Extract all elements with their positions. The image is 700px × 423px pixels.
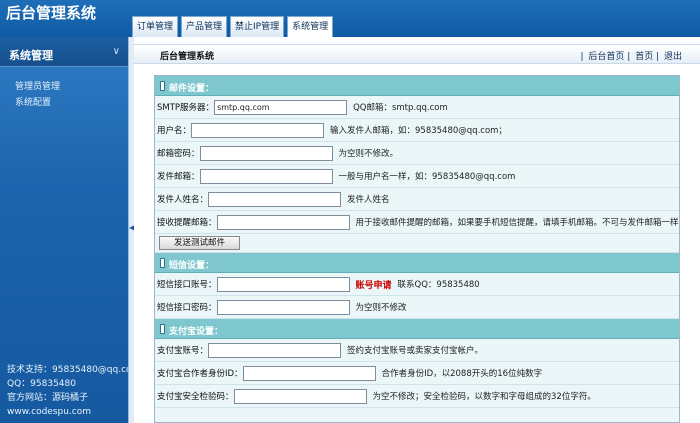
send-test-email-button[interactable]: 发送测试邮件 [159, 236, 241, 250]
section-title: 支付宝设置： [169, 327, 224, 337]
section-title: 邮件设置： [169, 84, 215, 94]
mail-pwd-input[interactable] [199, 145, 333, 161]
apply-account-link[interactable]: 账号申请 [356, 278, 392, 291]
alipay-key-hint: 为空不修改；安全检验码，以数字和字母组成的32位字符。 [372, 392, 596, 402]
alipay-account-row: 支付宝账号： 签约支付宝账号或卖家支付宝帐户。 [155, 339, 679, 362]
sms-pwd-input[interactable] [216, 299, 350, 315]
sender-input[interactable] [199, 168, 333, 184]
support-email: 技术支持：95835480@qq.com [7, 365, 141, 375]
sidebar-item-config[interactable]: 系统配置 [15, 95, 128, 111]
alipay-partner-input[interactable] [242, 365, 376, 381]
section-title: 短信设置： [169, 261, 215, 271]
chevron-down-icon[interactable]: ∨ [113, 46, 120, 57]
sidebar-title: 系统管理 [9, 49, 53, 62]
mail-pwd-hint: 为空则不修改。 [338, 149, 399, 159]
mail-pwd-row: 邮箱密码： 为空则不修改。 [155, 142, 679, 165]
header: 后台管理系统 订单管理 产品管理 禁止IP管理 系统管理 [0, 0, 700, 37]
link-logout[interactable]: 退出 [664, 52, 682, 62]
tab-orders[interactable]: 订单管理 [132, 16, 179, 37]
official-site: 官方网站：源码橘子 [7, 393, 89, 403]
sidebar-item-admins[interactable]: 管理员管理 [15, 79, 128, 95]
sender-hint: 一般与用户名一样，如：95835480@qq.com [338, 172, 516, 182]
notify-input[interactable] [216, 214, 350, 230]
support-qq: QQ：95835480 [7, 379, 76, 389]
link-admin-home[interactable]: 后台首页 [588, 52, 624, 62]
main-content: 后台管理系统 | 后台首页 | 首页 | 退出 邮件设置： SMTP服务器： s… [134, 37, 700, 423]
sidebar: 系统管理 ∨ 管理员管理 系统配置 技术支持：95835480@qq.com Q… [0, 37, 140, 423]
content-bar: 后台管理系统 | 后台首页 | 首页 | 退出 [134, 44, 700, 64]
sidebar-footer: 技术支持：95835480@qq.com QQ：95835480 官方网站：源码… [7, 363, 140, 419]
sender-name-hint: 发件人姓名 [347, 195, 390, 205]
alipay-account-hint: 签约支付宝账号或卖家支付宝帐户。 [347, 346, 484, 356]
sender-name-row: 发件人姓名： 发件人姓名 [155, 188, 679, 211]
user-label: 用户名： [157, 126, 192, 136]
alipay-account-input[interactable] [208, 342, 342, 358]
test-row: 发送测试邮件 [155, 234, 679, 253]
notify-label: 接收提醒邮箱： [157, 218, 217, 228]
app-title: 后台管理系统 [6, 4, 97, 22]
user-hint: 输入发件人邮箱，如：95835480@qq.com； [330, 126, 507, 136]
sender-name-input[interactable] [208, 191, 342, 207]
mail-pwd-label: 邮箱密码： [157, 149, 200, 159]
sms-pwd-hint: 为空则不修改 [355, 303, 407, 313]
link-home[interactable]: 首页 [635, 52, 653, 62]
sender-label: 发件邮箱： [157, 172, 200, 182]
smtp-input[interactable]: smtp.qq.com [214, 99, 348, 115]
site-url[interactable]: www.codespu.com [7, 405, 140, 419]
alipay-key-label: 支付宝安全检验码： [157, 392, 234, 402]
sms-pwd-row: 短信接口密码： 为空则不修改 [155, 296, 679, 319]
sidebar-menu: 管理员管理 系统配置 [0, 67, 128, 111]
mail-section-header: 邮件设置： [155, 76, 679, 96]
alipay-key-input[interactable] [233, 388, 367, 404]
smtp-label: SMTP服务器： [157, 103, 215, 113]
alipay-key-row: 支付宝安全检验码： 为空不修改；安全检验码，以数字和字母组成的32位字符。 [155, 385, 679, 408]
top-nav: 订单管理 产品管理 禁止IP管理 系统管理 [132, 8, 336, 37]
tab-products[interactable]: 产品管理 [181, 16, 228, 37]
sms-section-header: 短信设置： [155, 253, 679, 273]
content-title: 后台管理系统 [160, 52, 215, 62]
alipay-partner-hint: 合作者身份ID，以2088开头的16位纯数字 [381, 369, 543, 379]
section-icon [160, 324, 165, 334]
section-icon [160, 81, 165, 91]
sender-row: 发件邮箱： 一般与用户名一样，如：95835480@qq.com [155, 165, 679, 188]
user-row: 用户名： 输入发件人邮箱，如：95835480@qq.com； [155, 119, 679, 142]
sms-contact-hint: 联系QQ：95835480 [397, 280, 480, 290]
section-icon [160, 258, 165, 268]
sender-name-label: 发件人姓名： [157, 195, 209, 205]
sms-account-row: 短信接口账号： 账号申请 联系QQ：95835480 [155, 273, 679, 296]
settings-form: 邮件设置： SMTP服务器： smtp.qq.com QQ邮箱：smtp.qq.… [154, 75, 680, 423]
sidebar-header[interactable]: 系统管理 ∨ [0, 37, 128, 67]
alipay-partner-row: 支付宝合作者身份ID： 合作者身份ID，以2088开头的16位纯数字 [155, 362, 679, 385]
smtp-row: SMTP服务器： smtp.qq.com QQ邮箱：smtp.qq.com [155, 96, 679, 119]
user-input[interactable] [191, 122, 325, 138]
sms-pwd-label: 短信接口密码： [157, 303, 217, 313]
tab-system[interactable]: 系统管理 [287, 16, 334, 37]
smtp-hint: QQ邮箱：smtp.qq.com [353, 103, 448, 113]
notify-hint: 用于接收邮件提醒的邮箱，如果要手机短信提醒，请填手机邮箱。不可与发件邮箱一样 [355, 218, 679, 228]
tab-ip-ban[interactable]: 禁止IP管理 [230, 16, 285, 37]
sms-account-label: 短信接口账号： [157, 280, 217, 290]
alipay-section-header: 支付宝设置： [155, 319, 679, 339]
content-links: | 后台首页 | 首页 | 退出 [580, 52, 682, 62]
sms-account-input[interactable] [216, 276, 350, 292]
alipay-account-label: 支付宝账号： [157, 346, 209, 356]
notify-row: 接收提醒邮箱： 用于接收邮件提醒的邮箱，如果要手机短信提醒，请填手机邮箱。不可与… [155, 211, 679, 234]
alipay-partner-label: 支付宝合作者身份ID： [157, 369, 243, 379]
